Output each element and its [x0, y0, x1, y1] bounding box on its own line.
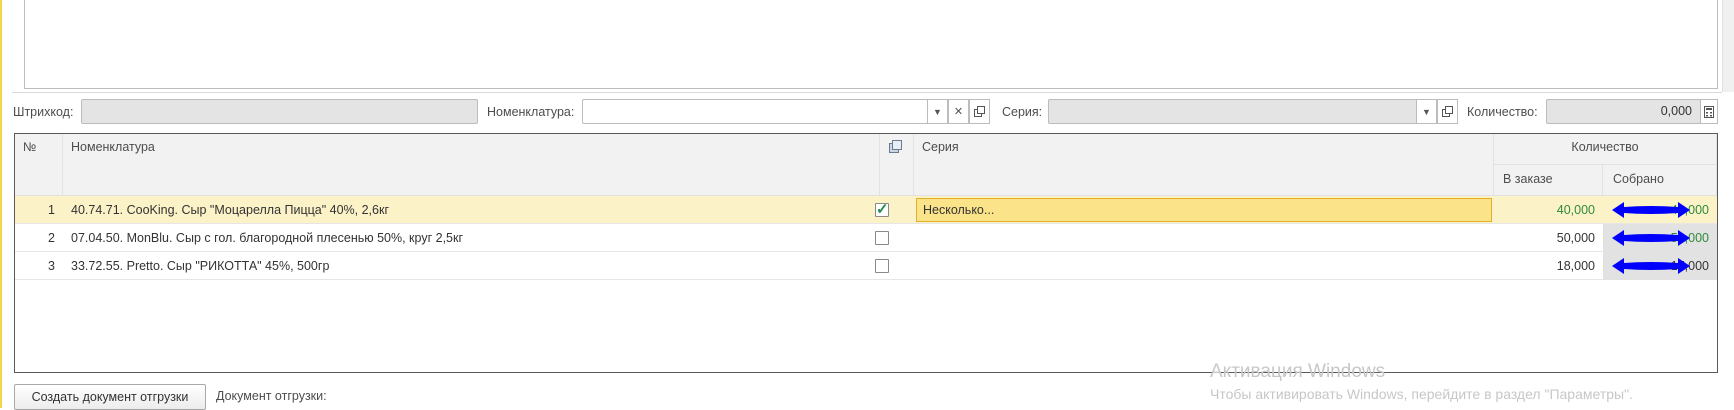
header-flag[interactable]: [880, 134, 914, 196]
row-series: [922, 224, 1482, 252]
header-collected[interactable]: Собрано: [1603, 165, 1717, 196]
row-checkbox[interactable]: [875, 200, 889, 218]
shipment-document-label: Документ отгрузки:: [216, 389, 327, 403]
header-nomenclature[interactable]: Номенклатура: [63, 134, 880, 196]
row-nomenclature: 33.72.55. Pretto. Сыр "РИКОТТА" 45%, 500…: [71, 259, 330, 273]
quantity-label: Количество:: [1467, 105, 1538, 119]
quantity-field[interactable]: 0,000: [1546, 99, 1701, 124]
header-ordered[interactable]: В заказе: [1494, 165, 1603, 196]
dropdown-arrow-icon: ▼: [933, 106, 942, 117]
scrollbar[interactable]: [1722, 0, 1734, 92]
dropdown-arrow-icon: ▼: [1422, 106, 1431, 117]
nomenclature-dropdown-button[interactable]: ▼: [927, 99, 948, 124]
create-shipment-document-button[interactable]: Создать документ отгрузки: [14, 384, 206, 410]
barcode-label: Штрихкод:: [13, 105, 74, 119]
quantity-value: 0,000: [1660, 104, 1692, 118]
table-row[interactable]: 2 07.04.50. MonBlu. Сыр с гол. благородн…: [15, 224, 1717, 252]
series-field[interactable]: [1048, 99, 1417, 124]
row-num: 3: [48, 259, 55, 273]
row-num: 1: [48, 203, 55, 217]
row-checkbox[interactable]: [875, 231, 889, 245]
upper-panel: [24, 0, 1718, 89]
row-nomenclature: 40.74.71. CooKing. Сыр "Моцарелла Пицца"…: [71, 203, 390, 217]
open-icon: [1442, 106, 1453, 117]
nomenclature-clear-button[interactable]: ✕: [948, 99, 969, 124]
nomenclature-open-button[interactable]: [969, 99, 990, 124]
activation-watermark-title: Активация Windows: [1210, 361, 1386, 382]
table-row[interactable]: 3 33.72.55. Pretto. Сыр "РИКОТТА" 45%, 5…: [15, 252, 1717, 280]
row-ordered: 18,000: [1556, 259, 1595, 273]
table-row[interactable]: 1 40.74.71. CooKing. Сыр "Моцарелла Пицц…: [15, 196, 1717, 224]
row-nomenclature: 07.04.50. MonBlu. Сыр с гол. благородной…: [71, 231, 464, 245]
calculator-button[interactable]: [1700, 99, 1718, 124]
window-left-edge: [0, 0, 2, 408]
barcode-field[interactable]: [81, 99, 478, 124]
nomenclature-label: Номенклатура:: [487, 105, 575, 119]
row-checkbox[interactable]: [875, 259, 889, 273]
series-dropdown-button[interactable]: ▼: [1416, 99, 1437, 124]
series-label: Серия:: [1002, 105, 1043, 119]
nomenclature-field[interactable]: [582, 99, 928, 124]
row-series: [922, 252, 1482, 280]
row-num: 2: [48, 231, 55, 245]
double-arrow-icon: [1612, 258, 1690, 274]
copy-columns-icon: [889, 140, 902, 153]
double-arrow-icon: [1612, 230, 1690, 246]
row-ordered: 50,000: [1556, 231, 1595, 245]
calculator-icon: [1704, 105, 1714, 118]
series-edit-field[interactable]: Несколько...: [916, 198, 1492, 222]
double-arrow-icon: [1612, 202, 1690, 218]
header-series[interactable]: Серия: [914, 134, 1494, 196]
header-num[interactable]: №: [15, 134, 63, 196]
clear-icon: ✕: [953, 106, 964, 118]
divider: [12, 92, 1722, 93]
activation-watermark-text: Чтобы активировать Windows, перейдите в …: [1210, 386, 1633, 402]
goods-table: № Номенклатура Серия Количество В заказе…: [14, 133, 1718, 373]
open-icon: [974, 106, 985, 117]
series-open-button[interactable]: [1437, 99, 1458, 124]
row-ordered: 40,000: [1556, 203, 1595, 217]
header-quantity[interactable]: Количество: [1494, 134, 1717, 165]
